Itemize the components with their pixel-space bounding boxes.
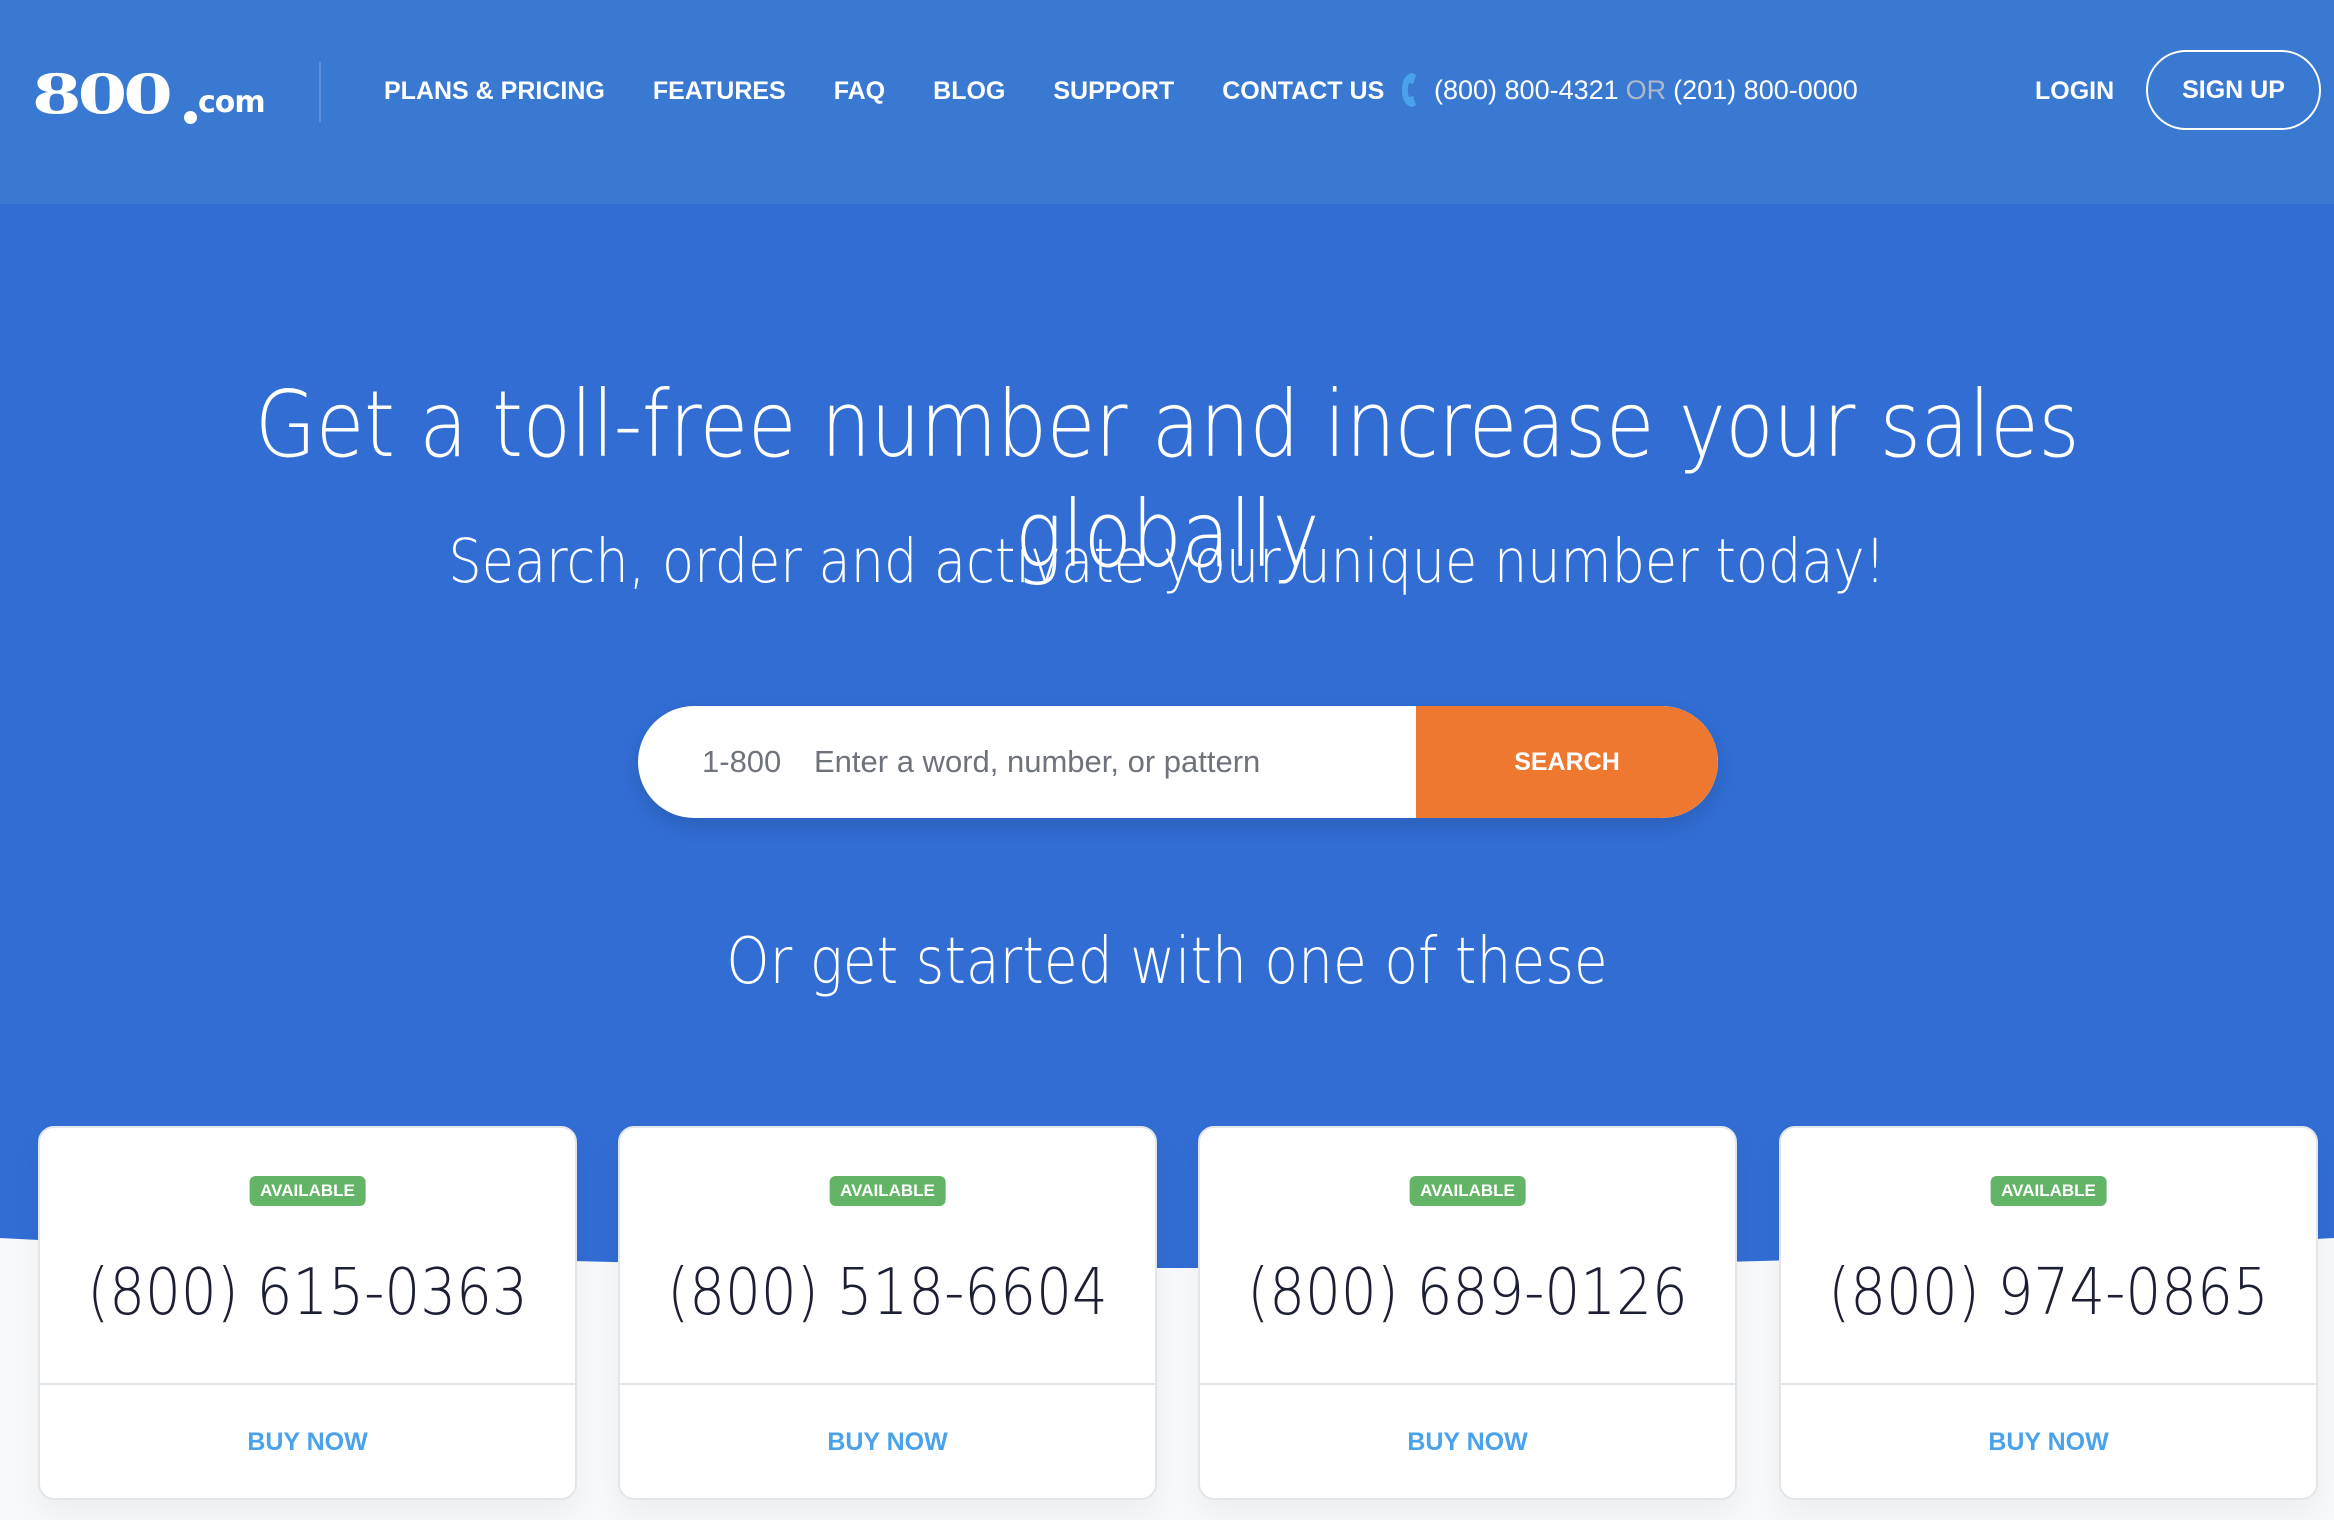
search-button[interactable]: SEARCH (1416, 706, 1718, 818)
number-search-form: 1-800 SEARCH (638, 706, 1718, 818)
buy-now-button[interactable]: BUY NOW (40, 1385, 575, 1500)
nav-faq[interactable]: FAQ (834, 74, 885, 108)
nav-plans-pricing[interactable]: PLANS & PRICING (384, 74, 605, 108)
header-divider (319, 62, 321, 122)
buy-now-button[interactable]: BUY NOW (1781, 1385, 2316, 1500)
suggestions-heading: Or get started with one of these (726, 925, 1608, 999)
nav-features[interactable]: FEATURES (653, 74, 786, 108)
number-card: AVAILABLE (800) 518-6604 BUY NOW (618, 1126, 1157, 1500)
status-badge: AVAILABLE (829, 1176, 946, 1206)
contact-phones: (800) 800-4321 OR (201) 800-0000 (1400, 70, 1858, 110)
phone-separator: OR (1625, 74, 1667, 105)
login-link[interactable]: LOGIN (2035, 74, 2114, 108)
status-badge: AVAILABLE (1990, 1176, 2107, 1206)
phone-number: (800) 689-0126 (1247, 1256, 1688, 1330)
phone-number: (800) 615-0363 (87, 1256, 528, 1330)
hero-subtitle: Search, order and activate your unique n… (448, 526, 1886, 597)
number-card: AVAILABLE (800) 615-0363 BUY NOW (38, 1126, 577, 1500)
search-input[interactable] (814, 706, 1416, 818)
number-card: AVAILABLE (800) 974-0865 BUY NOW (1779, 1126, 2318, 1500)
logo-number: 800 (32, 62, 173, 126)
nav-contact-us[interactable]: CONTACT US (1222, 74, 1384, 108)
buy-now-button[interactable]: BUY NOW (1200, 1385, 1735, 1500)
buy-now-button[interactable]: BUY NOW (620, 1385, 1155, 1500)
status-badge: AVAILABLE (1409, 1176, 1526, 1206)
phone-number: (800) 518-6604 (667, 1256, 1108, 1330)
number-card: AVAILABLE (800) 689-0126 BUY NOW (1198, 1126, 1737, 1500)
nav-blog[interactable]: BLOG (933, 74, 1005, 108)
logo[interactable]: 800 com (32, 62, 266, 126)
phone-icon (1400, 72, 1418, 108)
phone-number: (800) 974-0865 (1828, 1256, 2269, 1330)
primary-phone-link[interactable]: (800) 800-4321 (1434, 75, 1619, 106)
site-header: 800 com PLANS & PRICING FEATURES FAQ BLO… (0, 0, 2334, 204)
secondary-phone-link[interactable]: (201) 800-0000 (1673, 75, 1858, 106)
search-prefix: 1-800 (702, 744, 782, 779)
status-badge: AVAILABLE (249, 1176, 366, 1206)
nav-support[interactable]: SUPPORT (1053, 74, 1174, 108)
main-nav: PLANS & PRICING FEATURES FAQ BLOG SUPPOR… (384, 74, 1432, 108)
signup-button[interactable]: SIGN UP (2146, 50, 2321, 130)
